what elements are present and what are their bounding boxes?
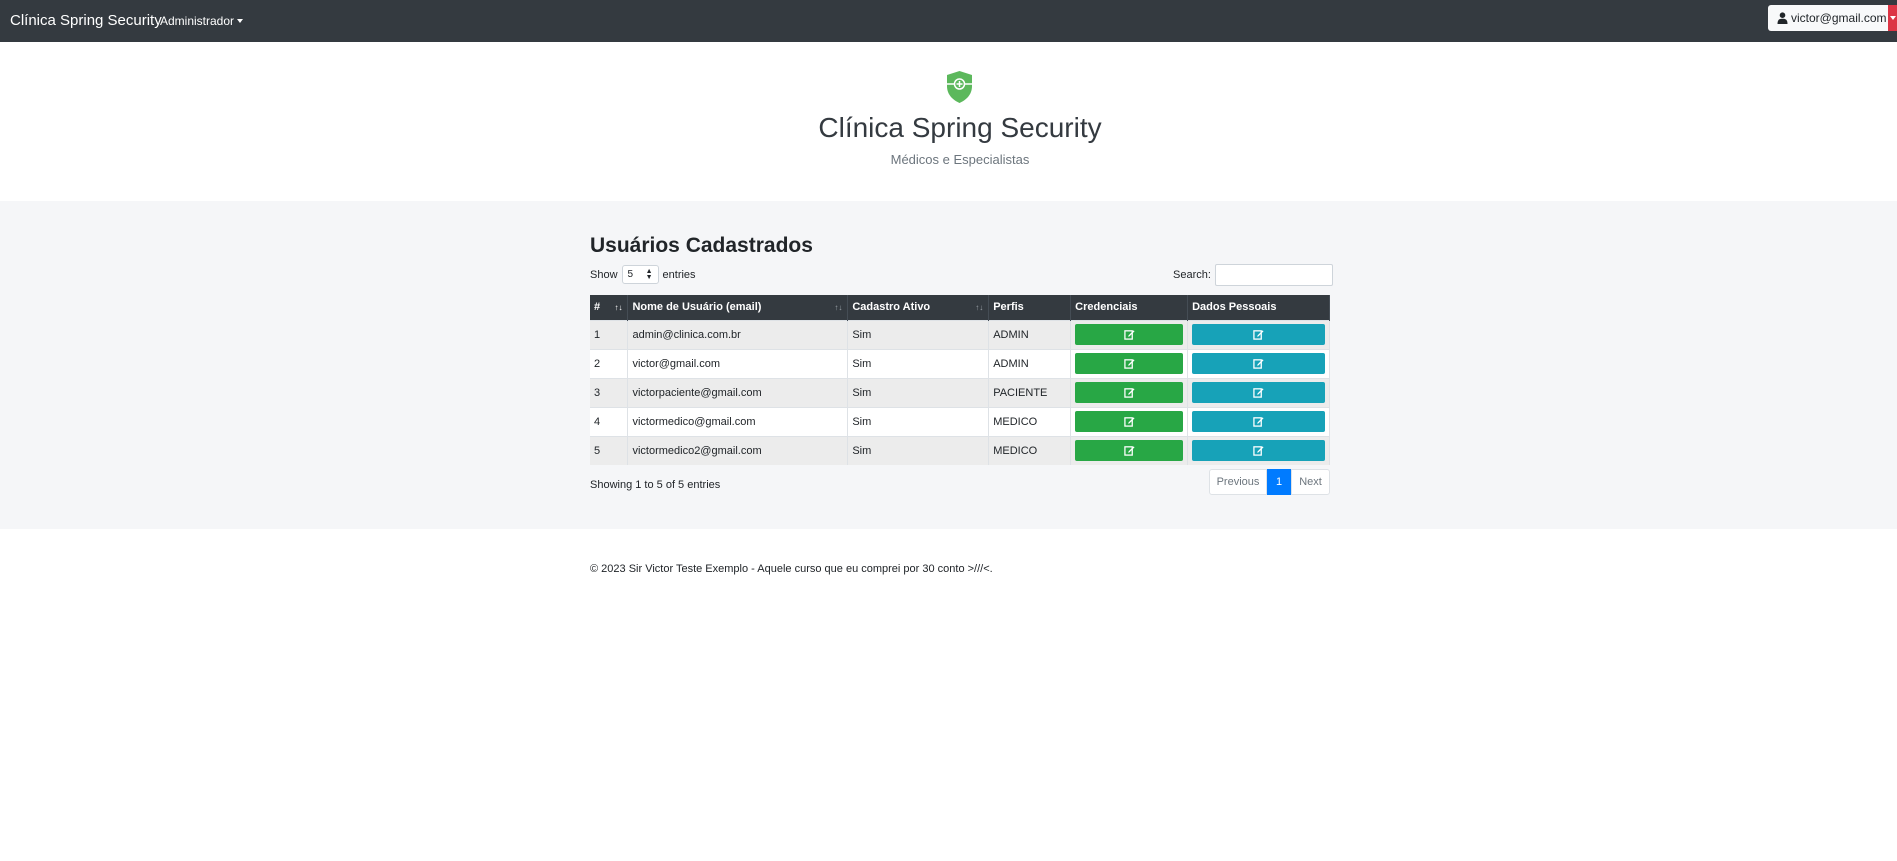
caret-down-icon [1890,16,1896,20]
main-content: Usuários Cadastrados Show 5 ▲ ▼ entries S… [0,201,1897,529]
top-navbar: Clínica Spring Security Administrador vi… [0,0,1897,42]
edit-icon [1123,417,1135,427]
footer-text: © 2023 Sir Victor Teste Exemplo - Aquele… [590,563,993,575]
sort-icon: ↑↓ [975,303,984,312]
entries-select-value: 5 [627,269,634,280]
edit-personal-data-button[interactable] [1192,353,1325,374]
cell-credenciais [1070,348,1189,378]
edit-personal-data-button[interactable] [1192,324,1325,345]
cell-email: victor@gmail.com [627,348,849,378]
cell-perfis: MEDICO [988,435,1072,465]
table-row: 2 victor@gmail.com Sim ADMIN [590,348,1330,378]
column-header-ativo[interactable]: Cadastro Ativo ↑↓ [847,295,990,320]
edit-icon [1123,330,1135,340]
edit-icon [1253,446,1264,456]
search-label: Search: [1173,269,1211,281]
shield-icon [947,71,972,103]
next-page-button[interactable]: Next [1291,469,1330,495]
admin-dropdown[interactable]: Administrador [160,14,244,28]
cell-ativo: Sim [847,348,990,378]
edit-personal-data-button[interactable] [1192,382,1325,403]
table-info: Showing 1 to 5 of 5 entries [590,479,721,491]
page-1-button[interactable]: 1 [1267,469,1291,495]
cell-credenciais [1070,435,1189,465]
cell-id: 4 [590,406,629,436]
cell-ativo: Sim [847,377,990,407]
table-body: 1 admin@clinica.com.br Sim ADMIN 2 victor@gma… [590,319,1330,465]
column-header-dados: Dados Pessoais [1187,295,1330,320]
page-title: Usuários Cadastrados [590,234,813,257]
cell-id: 2 [590,348,629,378]
sort-asc-icon: ↑↓ [614,303,623,312]
column-header-perfis: Perfis [988,295,1072,320]
caret-down-icon [237,19,244,23]
edit-personal-data-button[interactable] [1192,440,1325,462]
cell-dados [1187,377,1330,407]
user-email: victor@gmail.com [1791,11,1887,25]
edit-icon [1253,330,1264,340]
edit-credentials-button[interactable] [1075,353,1184,374]
table-row: 1 admin@clinica.com.br Sim ADMIN [590,319,1330,349]
entries-select[interactable]: 5 ▲ ▼ [621,265,659,284]
column-header-id[interactable]: # ↑↓ [590,295,629,320]
pagination: Previous 1 Next [1209,469,1330,495]
edit-icon [1253,359,1264,369]
cell-email: victorpaciente@gmail.com [627,377,849,407]
user-dropdown-toggle[interactable] [1888,5,1897,31]
cell-credenciais [1070,377,1189,407]
search-input[interactable] [1214,264,1333,286]
cell-perfis: ADMIN [988,319,1072,349]
cell-credenciais [1070,406,1189,436]
cell-id: 1 [590,319,629,349]
cell-credenciais [1070,319,1189,349]
site-title: Clínica Spring Security [818,112,1102,143]
column-header-email[interactable]: Nome de Usuário (email) ↑↓ [627,295,849,320]
table-header-row: # ↑↓ Nome de Usuário (email) ↑↓ Cadastro… [590,295,1330,320]
edit-credentials-button[interactable] [1075,411,1184,432]
site-header: Clínica Spring Security Médicos e Especi… [0,42,1897,201]
cell-ativo: Sim [847,435,990,465]
cell-email: victormedico@gmail.com [627,406,849,436]
show-label: Show [590,268,618,281]
table-row: 3 victorpaciente@gmail.com Sim PACIENTE [590,377,1330,407]
cell-id: 3 [590,377,629,407]
edit-credentials-button[interactable] [1075,382,1184,403]
table-row: 5 victormedico2@gmail.com Sim MEDICO [590,435,1330,465]
previous-page-button[interactable]: Previous [1209,469,1267,495]
cell-ativo: Sim [847,406,990,436]
users-table: # ↑↓ Nome de Usuário (email) ↑↓ Cadastro… [590,295,1330,465]
edit-icon [1253,417,1264,427]
edit-credentials-button[interactable] [1075,440,1184,462]
edit-credentials-button[interactable] [1075,324,1184,345]
cell-dados [1187,406,1330,436]
edit-icon [1123,388,1135,398]
cell-dados [1187,435,1330,465]
site-subtitle: Médicos e Especialistas [890,152,1030,167]
navbar-brand[interactable]: Clínica Spring Security [10,12,162,29]
table-row: 4 victormedico@gmail.com Sim MEDICO [590,406,1330,436]
admin-dropdown-label: Administrador [160,14,235,28]
length-control: Show 5 ▲ ▼ entries [590,265,696,284]
cell-perfis: MEDICO [988,406,1072,436]
edit-icon [1123,359,1135,369]
cell-perfis: PACIENTE [988,377,1072,407]
cell-ativo: Sim [847,319,990,349]
column-header-credenciais: Credenciais [1070,295,1189,320]
cell-perfis: ADMIN [988,348,1072,378]
select-arrows-icon: ▲ ▼ [645,267,653,281]
cell-dados [1187,319,1330,349]
entries-label: entries [662,268,696,281]
cell-dados [1187,348,1330,378]
user-button[interactable]: victor@gmail.com [1768,5,1888,31]
cell-email: victormedico2@gmail.com [627,435,849,465]
edit-icon [1253,388,1264,398]
sort-icon: ↑↓ [834,303,843,312]
edit-icon [1123,446,1135,456]
edit-personal-data-button[interactable] [1192,411,1325,432]
cell-id: 5 [590,435,629,465]
user-icon [1777,12,1788,24]
cell-email: admin@clinica.com.br [627,319,849,349]
search-control: Search: [1173,264,1333,286]
